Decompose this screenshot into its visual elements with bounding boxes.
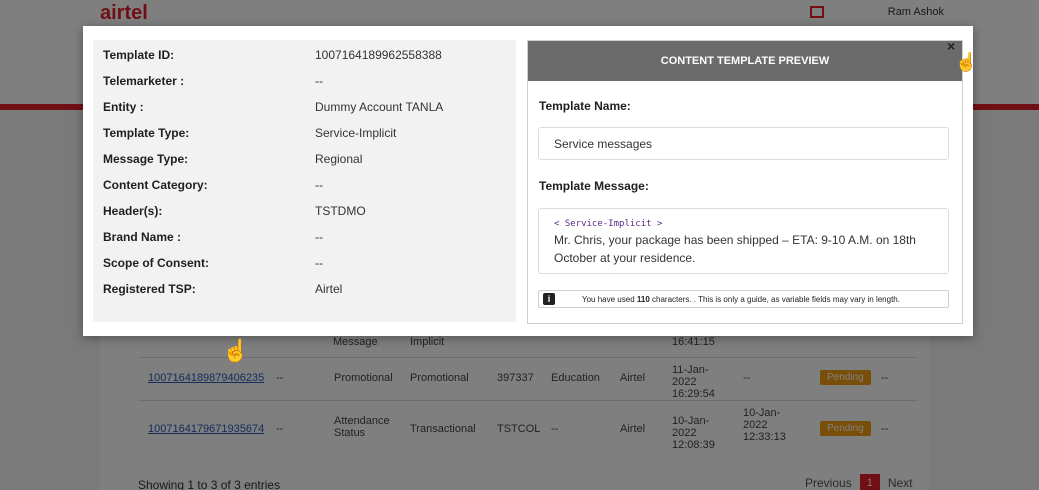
detail-row: Header(s): TSTDMO [93,204,516,230]
template-message-label: Template Message: [539,179,649,193]
template-id-label: Template ID: [103,48,175,62]
template-message-field: < Service-Implicit > Mr. Chris, your pac… [538,208,949,274]
template-name-label: Template Name: [539,99,631,113]
pointer-hand-icon: ☝ [955,52,978,72]
template-type-label: Template Type: [103,126,190,140]
close-icon[interactable]: × [947,38,955,54]
scope-of-consent-label: Scope of Consent: [103,256,210,270]
template-message-text: Mr. Chris, your package has been shipped… [554,233,916,265]
detail-row: Template ID: 1007164189962558388 [93,48,516,74]
content-category-value: -- [315,178,323,192]
detail-row: Content Category: -- [93,178,516,204]
detail-row: Message Type: Regional [93,152,516,178]
template-type-value: Service-Implicit [315,126,397,140]
template-id-value: 1007164189962558388 [315,48,442,62]
detail-row: Registered TSP: Airtel [93,282,516,308]
content-category-label: Content Category: [103,178,208,192]
brand-name-value: -- [315,230,323,244]
headers-label: Header(s): [103,204,163,218]
detail-row: Brand Name : -- [93,230,516,256]
info-suffix: characters. . This is only a guide, as v… [649,294,900,304]
template-details-modal: Template ID: 1007164189962558388 Telemar… [83,26,977,336]
registered-tsp-label: Registered TSP: [103,282,196,296]
headers-value: TSTDMO [315,204,366,218]
preview-title: CONTENT TEMPLATE PREVIEW [528,41,962,81]
telemarketer-value: -- [315,74,323,88]
grab-hand-icon: ☝ [222,338,250,363]
message-type-label: Message Type: [103,152,189,166]
info-prefix: You have used [582,294,637,304]
detail-row: Telemarketer : -- [93,74,516,100]
detail-row: Template Type: Service-Implicit [93,126,516,152]
registered-tsp-value: Airtel [315,282,343,296]
template-details-panel: Template ID: 1007164189962558388 Telemar… [93,40,516,322]
telemarketer-label: Telemarketer : [103,74,185,88]
character-count-text: You have used 110 characters. . This is … [582,295,900,304]
brand-name-label: Brand Name : [103,230,182,244]
template-name-field: Service messages [538,127,949,160]
character-count: 110 [636,294,650,304]
message-type-value: Regional [315,152,363,166]
character-count-info: i You have used 110 characters. . This i… [538,290,949,308]
template-type-tag: < Service-Implicit > [554,219,663,229]
info-icon: i [543,293,555,305]
content-template-preview: CONTENT TEMPLATE PREVIEW Template Name: … [527,40,963,324]
entity-label: Entity : [103,100,144,114]
detail-row: Entity : Dummy Account TANLA [93,100,516,126]
detail-row: Scope of Consent: -- [93,256,516,282]
scope-of-consent-value: -- [315,256,323,270]
entity-value: Dummy Account TANLA [315,100,444,114]
